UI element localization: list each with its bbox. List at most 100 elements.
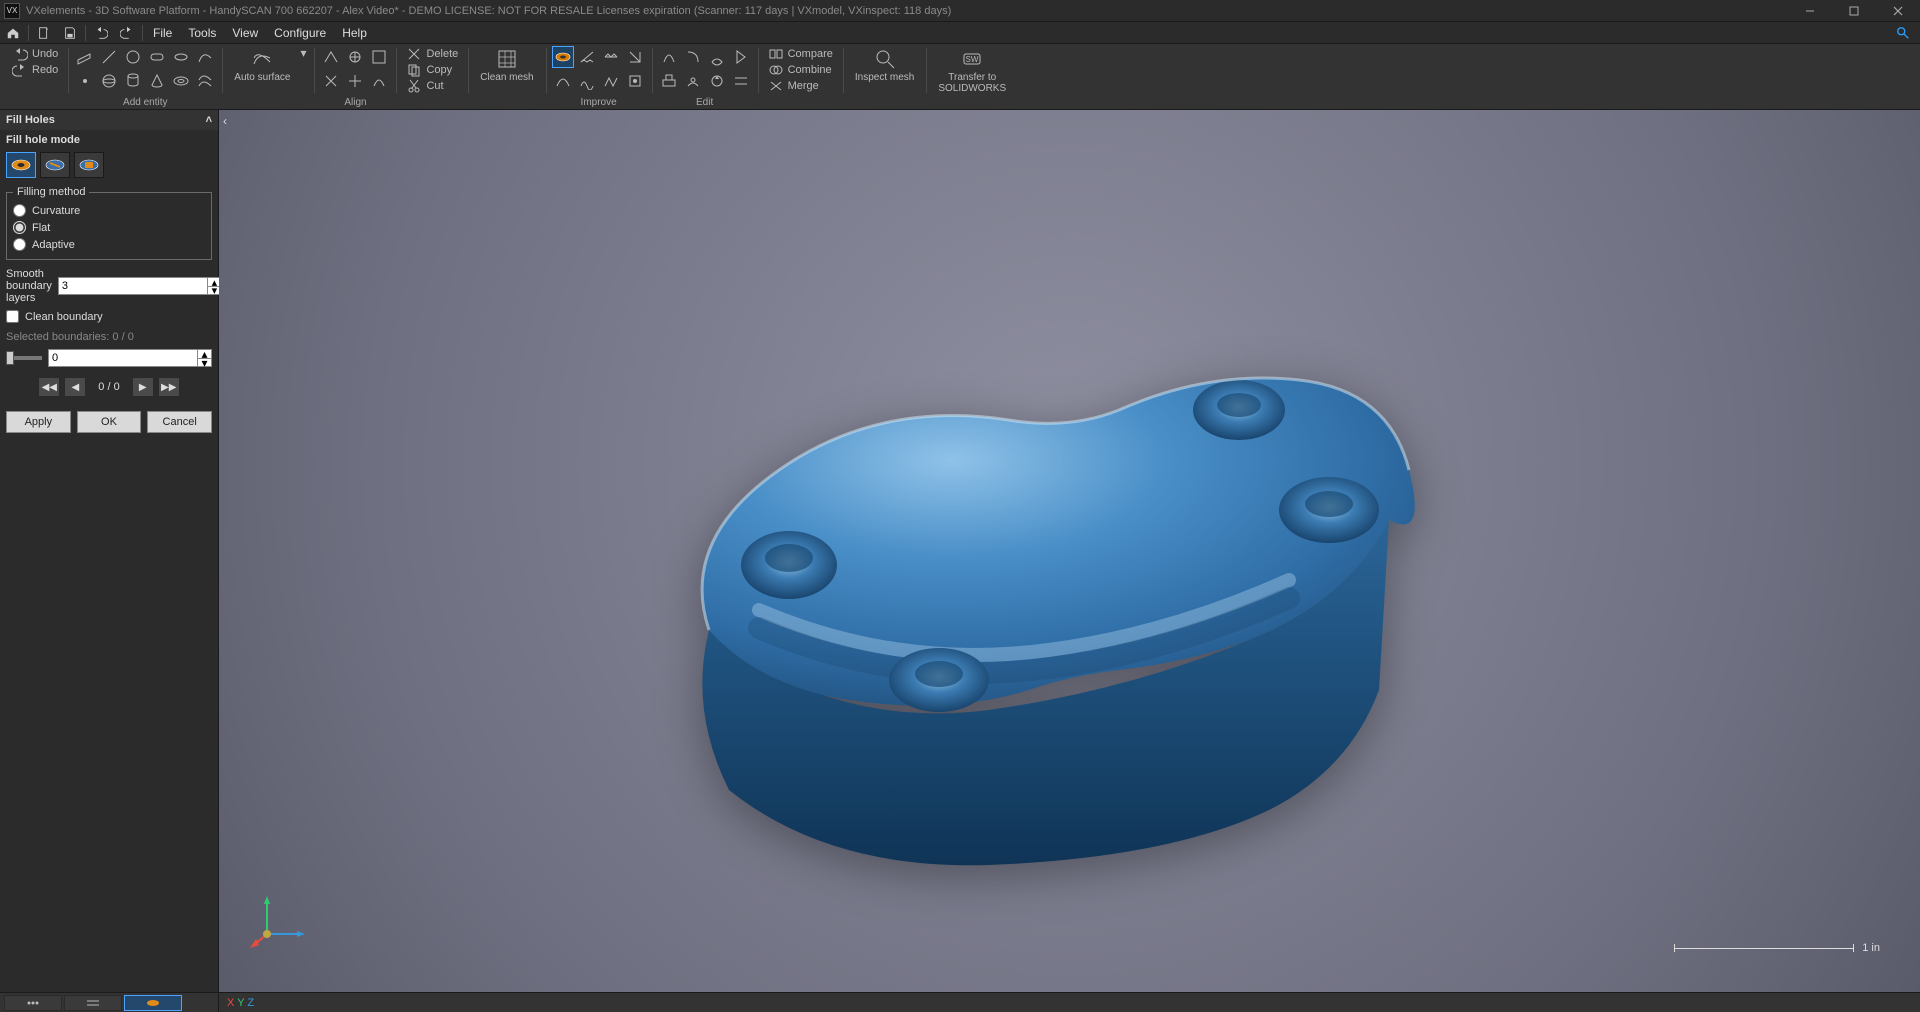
fill-mode-bridge-button[interactable] [74,152,104,178]
align-tool-4-icon[interactable] [320,70,342,92]
slider-value[interactable] [49,350,197,366]
slider-value-input[interactable]: ▴▾ [48,349,212,367]
entity-ellipse-icon[interactable] [170,46,192,68]
improve-tool-8-icon[interactable] [624,70,646,92]
ribbon-group-edit: Edit [652,44,758,109]
minimize-button[interactable] [1788,0,1832,22]
edit-tool-8-icon[interactable] [730,70,752,92]
inspect-mesh-icon [874,48,896,70]
spin-down-icon[interactable]: ▾ [197,358,211,366]
apply-button[interactable]: Apply [6,411,71,433]
new-file-icon[interactable] [31,22,57,44]
separator [28,25,29,41]
entity-circle-icon[interactable] [122,46,144,68]
align-tool-6-icon[interactable] [368,70,390,92]
radio-adaptive[interactable]: Adaptive [13,236,205,253]
panel-collapse-handle[interactable]: ‹ [221,112,229,130]
edit-tool-7-icon[interactable] [706,70,728,92]
cut-button[interactable]: Cut [402,78,462,94]
align-tool-1-icon[interactable] [320,46,342,68]
edit-tool-6-icon[interactable] [682,70,704,92]
radio-flat[interactable]: Flat [13,219,205,236]
nav-prev-button[interactable]: ◀ [64,377,86,397]
menu-tools[interactable]: Tools [180,22,224,44]
redo-button[interactable]: Redo [8,62,62,78]
panel-header[interactable]: Fill Holes ˄ [0,110,218,130]
menu-view[interactable]: View [224,22,266,44]
smooth-layers-input[interactable]: ▴▾ [58,277,222,295]
entity-cone-icon[interactable] [146,70,168,92]
entity-curve-network-icon[interactable] [194,70,216,92]
clean-mesh-button[interactable]: Clean mesh [474,46,539,94]
ribbon-group-improve: Improve [546,44,652,109]
viewport-3d[interactable]: ‹ [219,110,1920,992]
entity-plane-icon[interactable] [74,46,96,68]
entity-point-icon[interactable] [74,70,96,92]
maximize-button[interactable] [1832,0,1876,22]
improve-tool-5-icon[interactable] [552,70,574,92]
entity-cylinder-icon[interactable] [122,70,144,92]
align-tool-2-icon[interactable] [344,46,366,68]
home-icon[interactable] [0,22,26,44]
redo-icon[interactable] [114,22,140,44]
cancel-button[interactable]: Cancel [147,411,212,433]
entity-line-icon[interactable] [98,46,120,68]
clean-boundary-checkbox[interactable]: Clean boundary [0,306,218,327]
side-panel: Fill Holes ˄ Fill hole mode Filling meth… [0,110,219,992]
separator [142,25,143,41]
copy-button[interactable]: Copy [402,62,462,78]
undo-icon[interactable] [88,22,114,44]
fill-mode-label: Fill hole mode [0,130,218,148]
entity-slot-icon[interactable] [146,46,168,68]
edit-tool-3-icon[interactable] [706,46,728,68]
merge-button[interactable]: Merge [764,78,837,94]
status-tab-3[interactable] [124,995,182,1011]
combine-button[interactable]: Combine [764,62,837,78]
menu-help[interactable]: Help [334,22,375,44]
smooth-layers-value[interactable] [59,278,207,294]
mesh-model[interactable] [649,310,1429,870]
spinner[interactable]: ▴▾ [197,350,211,366]
fill-mode-whole-button[interactable] [6,152,36,178]
fill-holes-button[interactable] [552,46,574,68]
fill-mode-partial-button[interactable] [40,152,70,178]
align-tool-3-icon[interactable] [368,46,390,68]
edit-tool-4-icon[interactable] [730,46,752,68]
improve-tool-3-icon[interactable] [600,46,622,68]
align-tool-5-icon[interactable] [344,70,366,92]
save-icon[interactable] [57,22,83,44]
compare-button[interactable]: Compare [764,46,837,62]
close-button[interactable] [1876,0,1920,22]
entity-torus-icon[interactable] [170,70,192,92]
nav-next-button[interactable]: ▶ [132,377,154,397]
menu-configure[interactable]: Configure [266,22,334,44]
dropdown-caret-icon[interactable]: ▾ [298,46,308,60]
search-icon[interactable] [1892,22,1914,44]
entity-spline-icon[interactable] [194,46,216,68]
entity-sphere-icon[interactable] [98,70,120,92]
delete-button[interactable]: Delete [402,46,462,62]
inspect-mesh-button[interactable]: Inspect mesh [849,46,920,94]
nav-first-button[interactable]: ◀◀ [38,377,60,397]
status-tab-1[interactable] [4,995,62,1011]
slider-thumb[interactable] [6,351,14,365]
edit-tool-5-icon[interactable] [658,70,680,92]
radio-curvature[interactable]: Curvature [13,202,205,219]
improve-tool-4-icon[interactable] [624,46,646,68]
edit-tool-1-icon[interactable] [658,46,680,68]
improve-tool-6-icon[interactable] [576,70,598,92]
undo-button[interactable]: Undo [8,46,62,62]
edit-tool-2-icon[interactable] [682,46,704,68]
transfer-solidworks-button[interactable]: SW Transfer toSOLIDWORKS [932,46,1012,94]
ok-button[interactable]: OK [77,411,142,433]
status-tab-2[interactable] [64,995,122,1011]
menu-file[interactable]: File [145,22,180,44]
improve-tool-7-icon[interactable] [600,70,622,92]
boundary-slider[interactable] [6,356,42,360]
ribbon-group-history: Undo Redo [0,44,68,109]
combine-icon [768,62,784,78]
improve-tool-2-icon[interactable] [576,46,598,68]
auto-surface-button[interactable]: Auto surface [228,46,296,94]
copy-icon [406,62,422,78]
nav-last-button[interactable]: ▶▶ [158,377,180,397]
